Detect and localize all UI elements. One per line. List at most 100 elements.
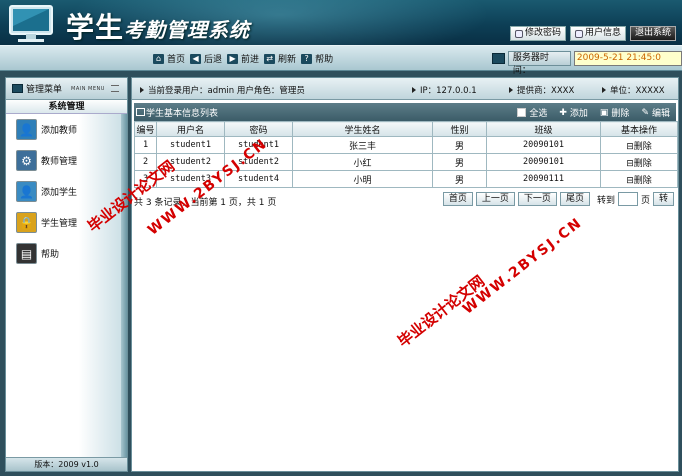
nav-home-label: 首页 <box>167 55 186 65</box>
app-title: 学生考勤管理系统 <box>66 6 250 45</box>
sidebar-title: 管理菜单 <box>26 85 63 95</box>
server-monitor-icon <box>492 53 505 64</box>
bullet-icon <box>140 87 144 93</box>
sidebar-item-teacher-manage[interactable]: ⚙ 教师管理 <box>6 145 127 176</box>
nav-refresh-label: 刷新 <box>278 55 297 65</box>
cell-username: student2 <box>156 153 225 171</box>
prev-page-button[interactable]: 上一页 <box>475 192 515 206</box>
user-info-label: 用户信息 <box>584 28 621 38</box>
sidebar-item-student-manage[interactable]: 🔒 学生管理 <box>6 207 127 238</box>
unit-info: 单位：XXXXX <box>602 84 665 96</box>
sidebar-header: 管理菜单 MAIN MENU <box>6 78 127 100</box>
logout-button[interactable]: 退出系统 <box>629 26 676 41</box>
cell-student-name: 小红 <box>292 153 433 171</box>
cell-student-name: 张三丰 <box>292 136 433 154</box>
add-student-icon: 👤 <box>16 181 37 202</box>
logout-label: 退出系统 <box>634 28 671 38</box>
sidebar-menu: 👤 添加教师 ⚙ 教师管理 👤 添加学生 🔒 学生管理 ▤ 帮助 <box>6 114 127 471</box>
nav-home[interactable]: ⌂ 首页 <box>153 52 185 65</box>
delete-label: 删除 <box>611 109 630 119</box>
last-page-button[interactable]: 尾页 <box>559 192 590 206</box>
edit-button[interactable]: ✎ 编辑 <box>641 106 670 120</box>
change-password-button[interactable]: 修改密码 <box>509 26 566 41</box>
sidebar-strip <box>121 114 127 471</box>
table-title-bar: 学生基本信息列表 全选 ✚ 添加 ▣ 删除 ✎ 编辑 <box>134 103 676 121</box>
cell-password: student4 <box>224 170 293 188</box>
col-password: 密码 <box>224 121 293 137</box>
nav-bar: ⌂ 首页 ◀ 后退 ▶ 前进 ⇄ 刷新 ? 帮助 服务器时间： 2009-5-21 21:… <box>0 45 682 76</box>
delete-row-link[interactable]: ⊟删除 <box>600 153 678 171</box>
trash-icon: ▣ <box>599 107 609 118</box>
table-row: 1 student1 student1 张三丰 男 20090101 ⊟删除 <box>134 136 678 154</box>
add-button[interactable]: ✚ 添加 <box>559 106 588 120</box>
bullet-icon <box>602 87 606 93</box>
sidebar-item-add-student[interactable]: 👤 添加学生 <box>6 176 127 207</box>
forward-arrow-icon: ▶ <box>227 53 239 64</box>
cell-id: 2 <box>134 153 157 171</box>
delete-row-link[interactable]: ⊟删除 <box>600 170 678 188</box>
nav-back[interactable]: ◀ 后退 <box>190 52 222 65</box>
page-number-input[interactable] <box>617 192 638 206</box>
header-buttons: 修改密码 用户信息 退出系统 <box>509 26 676 41</box>
list-icon <box>136 108 145 116</box>
delete-button[interactable]: ▣ 删除 <box>599 106 630 120</box>
plus-icon: ✚ <box>559 107 567 118</box>
server-time-label: 服务器时间： <box>507 51 571 76</box>
nav-back-label: 后退 <box>204 55 223 65</box>
next-page-button[interactable]: 下一页 <box>517 192 557 206</box>
sidebar-item-help[interactable]: ▤ 帮助 <box>6 238 127 269</box>
cell-gender: 男 <box>432 170 487 188</box>
current-user-text: 当前登录用户：admin 用户角色：管理员 <box>148 86 305 96</box>
app-header: 学生考勤管理系统 修改密码 用户信息 退出系统 <box>0 0 682 45</box>
info-bar: 当前登录用户：admin 用户角色：管理员 IP：127.0.0.1 提供商：X… <box>132 78 678 100</box>
sidebar-title-en: MAIN MENU <box>71 85 105 92</box>
menu-monitor-icon <box>12 84 23 93</box>
bullet-icon <box>412 87 416 93</box>
pencil-icon: ✎ <box>641 107 649 118</box>
sidebar-item-add-teacher[interactable]: 👤 添加教师 <box>6 114 127 145</box>
ip-info: IP：127.0.0.1 <box>412 84 477 96</box>
server-time-value: 2009-5-21 21:45:0 <box>573 51 682 66</box>
lock-icon: 🔒 <box>16 212 37 233</box>
help-book-icon: ▤ <box>16 243 37 264</box>
go-button[interactable]: 转 <box>652 192 674 206</box>
change-password-label: 修改密码 <box>524 28 561 38</box>
sidebar-item-label: 添加学生 <box>41 188 78 198</box>
sidebar-item-label: 学生管理 <box>41 219 78 229</box>
key-icon <box>514 29 523 38</box>
nav-help[interactable]: ? 帮助 <box>301 52 333 65</box>
user-info-button[interactable]: 用户信息 <box>569 26 626 41</box>
trash-icon: ⊟ <box>626 175 634 186</box>
add-label: 添加 <box>569 109 588 119</box>
col-id: 编号 <box>134 121 157 137</box>
select-all-label: 全选 <box>529 109 548 119</box>
delete-row-label: 删除 <box>633 141 652 152</box>
checkbox-icon <box>517 108 527 117</box>
sidebar-item-label: 教师管理 <box>41 157 78 167</box>
table-actions: 全选 ✚ 添加 ▣ 删除 ✎ 编辑 <box>517 106 670 119</box>
col-username: 用户名 <box>156 121 225 137</box>
title-main: 学生 <box>66 11 125 44</box>
unit-text: 单位：XXXXX <box>610 86 665 96</box>
bullet-icon <box>509 87 513 93</box>
cell-gender: 男 <box>432 136 487 154</box>
pagination-buttons: 首页 上一页 下一页 尾页 转到 页 转 <box>442 192 674 206</box>
edit-label: 编辑 <box>651 109 670 119</box>
sidebar-item-label: 帮助 <box>41 250 60 260</box>
home-icon: ⌂ <box>153 53 164 64</box>
cell-username: student1 <box>156 136 225 154</box>
select-all-button[interactable]: 全选 <box>517 106 547 119</box>
sidebar-item-label: 添加教师 <box>41 126 78 136</box>
version-footer: 版本：2009 v1.0 <box>6 457 127 471</box>
col-gender: 性别 <box>432 121 487 137</box>
delete-row-link[interactable]: ⊟删除 <box>600 136 678 154</box>
delete-row-label: 删除 <box>633 158 652 169</box>
cell-password: student2 <box>224 153 293 171</box>
sidebar-section-title: 系统管理 <box>6 100 127 114</box>
nav-refresh[interactable]: ⇄ 刷新 <box>264 52 296 65</box>
main-panel: 当前登录用户：admin 用户角色：管理员 IP：127.0.0.1 提供商：X… <box>131 77 679 472</box>
cell-password: student1 <box>224 136 293 154</box>
first-page-button[interactable]: 首页 <box>442 192 473 206</box>
nav-items: ⌂ 首页 ◀ 后退 ▶ 前进 ⇄ 刷新 ? 帮助 <box>153 52 333 65</box>
nav-forward[interactable]: ▶ 前进 <box>227 52 259 65</box>
